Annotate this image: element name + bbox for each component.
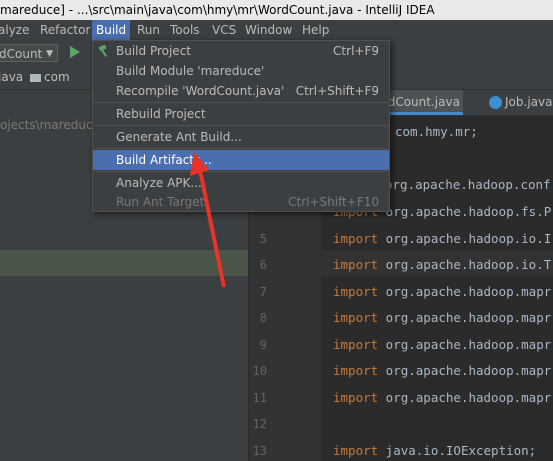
run-icon[interactable] [70,46,80,58]
run-ant-target-shortcut: Ctrl+Shift+F10 [288,195,379,209]
code-text: org.apache.hadoop.mapr [378,390,552,405]
line-number: 13 [252,444,267,458]
package-line: com.hmy.mr; [395,124,478,139]
recompile-label: Recompile 'WordCount.java' [116,84,285,98]
generate-ant-build-item[interactable]: Generate Ant Build... [93,127,389,147]
menu-separator [94,102,388,103]
run-ant-target-item: Run Ant Target Ctrl+Shift+F10 [93,192,389,212]
run-ant-target-label: Run Ant Target [116,195,205,209]
code-text: org.apache.hadoop.io.I [378,231,552,246]
code-text: org.apache.hadoop.mapr [378,337,552,352]
menu-separator [94,171,388,172]
tab-job[interactable]: Job.java [489,90,553,115]
window-title: mareduce] - ...\src\main\java\com\hmy\mr… [0,3,435,17]
code-keyword: import [333,257,379,272]
code-line: import org.apache.hadoop.mapr [333,284,551,299]
generate-ant-build-label: Generate Ant Build... [116,130,242,144]
rebuild-project-item[interactable]: Rebuild Project [93,104,389,124]
rebuild-project-label: Rebuild Project [116,107,206,121]
breadcrumb-com-label: com [44,70,70,84]
chevron-down-icon: ▼ [46,49,53,59]
tab-wordcount[interactable]: rdCount.java [379,90,463,115]
menu-separator [94,125,388,126]
code-keyword: import [333,310,379,325]
analyze-apk-item[interactable]: Analyze APK... [93,173,389,193]
code-keyword: import [333,337,379,352]
tab-wordcount-label: rdCount.java [383,95,460,109]
code-keyword: import [333,390,379,405]
code-line: import org.apache.hadoop.mapr [333,337,551,352]
code-line: import org.apache.hadoop.mapr [333,310,551,325]
code-keyword: import [333,284,379,299]
recompile-item[interactable]: Recompile 'WordCount.java' Ctrl+Shift+F9 [93,81,389,101]
line-number: 9 [259,338,267,352]
code-text: org.apache.hadoop.mapr [378,310,552,325]
menu-separator [94,148,388,149]
build-artifacts-label: Build Artifacts... [116,153,212,167]
code-line: import org.apache.hadoop.io.T [333,257,551,272]
code-text: org.apache.hadoop.fs.P [378,204,552,219]
line-number: 11 [252,391,267,405]
menu-tools[interactable]: Tools [170,20,200,41]
analyze-apk-label: Analyze APK... [116,176,202,190]
code-keyword: import [333,443,379,458]
menu-bar: alyze Refactor Build Run Tools VCS Windo… [0,20,553,41]
folder-icon [30,73,41,82]
code-text: org.apache.hadoop.mapr [378,363,552,378]
recompile-shortcut: Ctrl+Shift+F9 [295,84,379,98]
window-title-bar: mareduce] - ...\src\main\java\com\hmy\mr… [0,0,553,20]
build-module-item[interactable]: Build Module 'mareduce' [93,61,389,81]
code-text: org.apache.hadoop.mapr [378,284,552,299]
breadcrumb-java[interactable]: java [0,66,23,89]
build-artifacts-item[interactable]: Build Artifacts... [93,150,389,170]
code-keyword: import [333,231,379,246]
code-line: import org.apache.hadoop.mapr [333,363,551,378]
run-configuration-select[interactable]: dCount ▼ [0,44,58,62]
build-project-item[interactable]: Build Project Ctrl+F9 [93,41,389,61]
run-configuration-label: dCount [0,47,43,61]
code-line: import org.apache.hadoop.io.I [333,231,551,246]
build-menu-dropdown: Build Project Ctrl+F9 Build Module 'mare… [92,40,390,212]
menu-analyze[interactable]: alyze [0,20,29,41]
code-text: org.apache.hadoop.io.T [378,257,552,272]
line-number: 7 [259,285,267,299]
code-keyword: import [333,363,379,378]
java-class-icon [489,96,502,109]
build-project-label: Build Project [116,44,191,58]
code-text: java.io.IOException; [378,443,537,458]
breadcrumb-com[interactable]: com [30,66,70,89]
build-module-label: Build Module 'mareduce' [116,64,265,78]
project-path[interactable]: ojects\mareduce [0,118,100,132]
menu-window[interactable]: Window [245,20,292,41]
line-number: 5 [259,232,267,246]
menu-help[interactable]: Help [302,20,329,41]
project-row-highlight [0,250,248,276]
build-project-shortcut: Ctrl+F9 [333,44,379,58]
menu-refactor[interactable]: Refactor [40,20,90,41]
code-line: import java.io.IOException; [333,443,536,458]
menu-vcs[interactable]: VCS [212,20,236,41]
line-number: 10 [252,364,267,378]
code-line: org.apache.hadoop.conf [385,177,551,192]
line-number: 12 [252,417,267,431]
tab-job-label: Job.java [505,95,553,109]
hammer-icon [98,45,108,57]
menu-build[interactable]: Build [92,20,131,41]
line-number: 8 [259,311,267,325]
code-line: import org.apache.hadoop.mapr [333,390,551,405]
line-number: 6 [259,258,267,272]
menu-run[interactable]: Run [137,20,160,41]
